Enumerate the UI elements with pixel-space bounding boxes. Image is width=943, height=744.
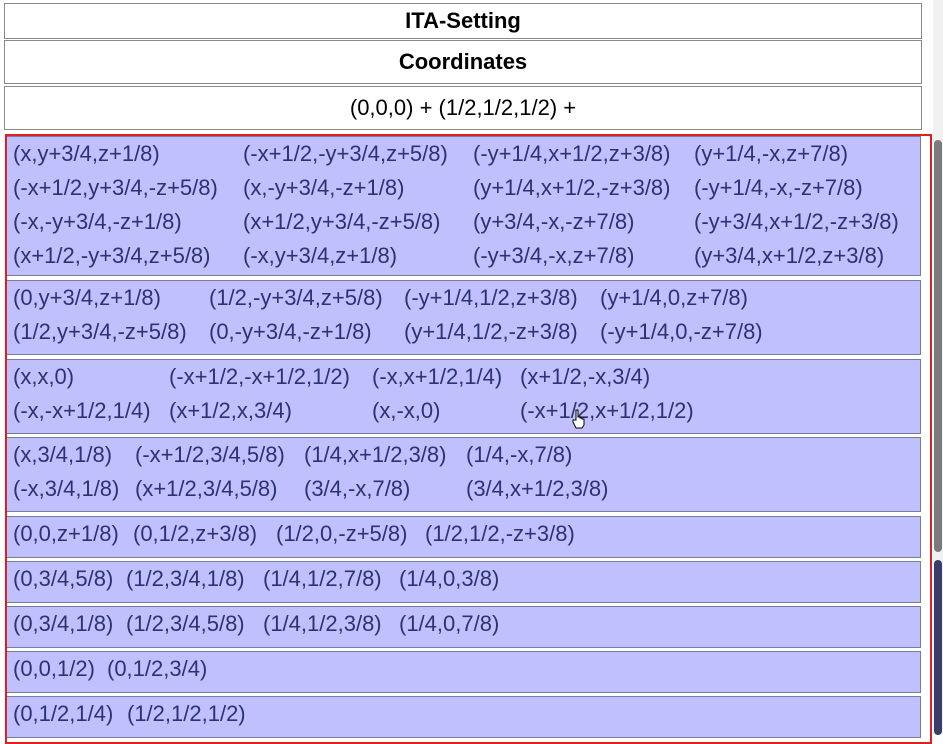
coordinates-header: Coordinates — [4, 40, 922, 84]
hand-pointer-icon — [572, 409, 585, 429]
scrollbar-track-lower — [934, 560, 942, 735]
centering-vectors: (0,0,0) + (1/2,1/2,1/2) + — [4, 86, 922, 130]
selection-highlight-border — [5, 134, 932, 744]
scrollbar-thumb[interactable] — [934, 140, 942, 552]
ita-setting-header: ITA-Setting — [4, 3, 922, 39]
